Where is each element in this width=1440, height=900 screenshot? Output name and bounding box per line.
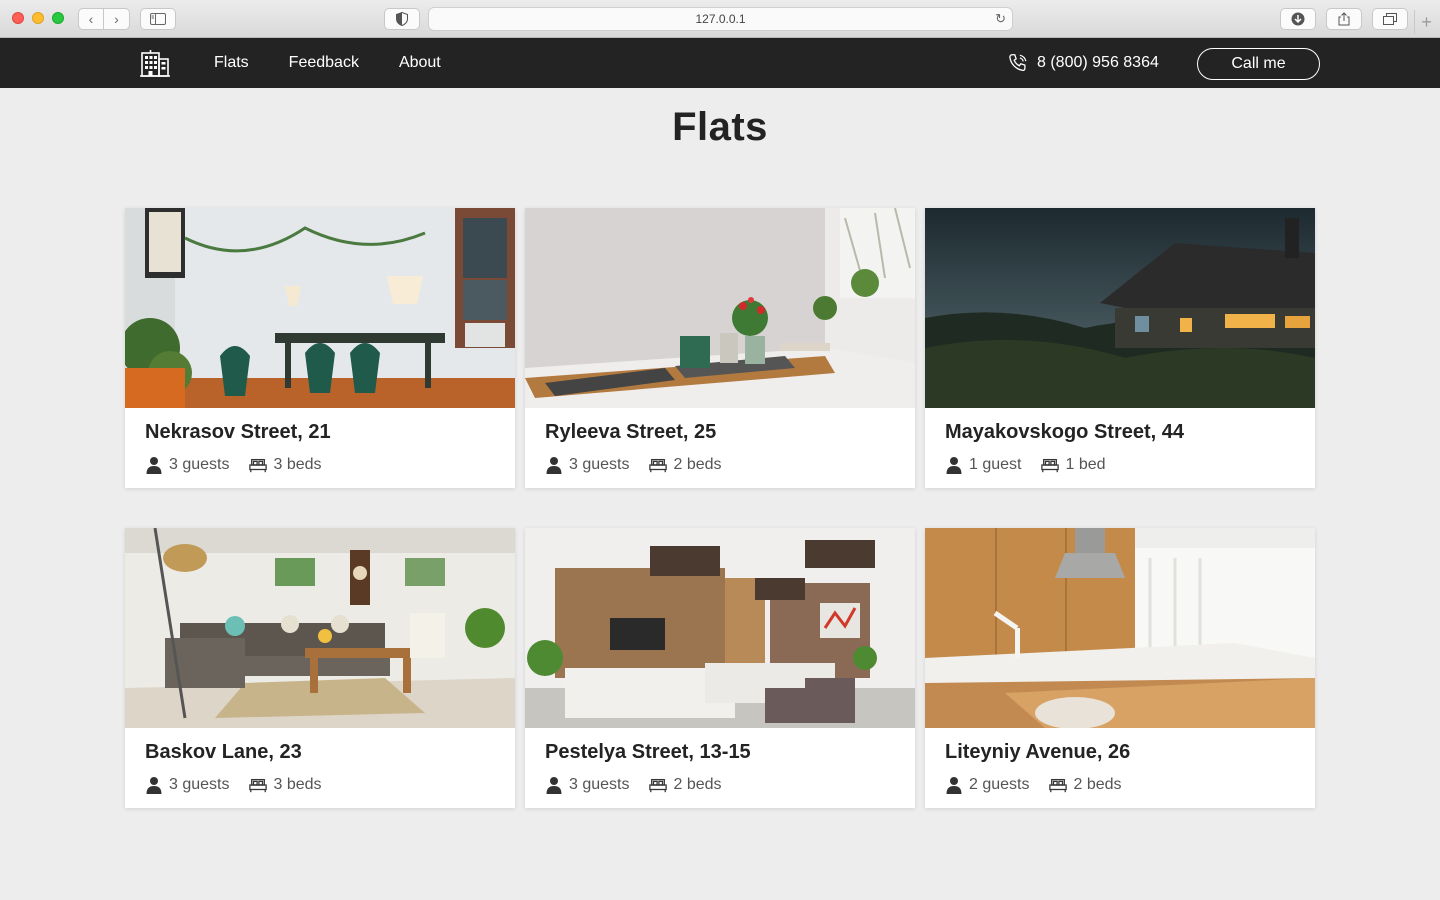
guest-count: 3 guests xyxy=(169,776,230,793)
person-icon xyxy=(546,777,562,794)
reload-icon[interactable]: ↻ xyxy=(995,11,1006,27)
toolbar-right-buttons xyxy=(1280,8,1408,30)
guest-count: 3 guests xyxy=(169,456,230,473)
flat-meta: 2 guests 2 beds xyxy=(945,776,1295,794)
person-icon xyxy=(146,777,162,794)
flat-card[interactable]: Nekrasov Street, 21 3 guests 3 beds xyxy=(125,208,515,488)
person-icon xyxy=(546,457,562,474)
shield-icon xyxy=(396,12,408,26)
minimize-window-button[interactable] xyxy=(32,12,44,24)
person-icon xyxy=(946,457,962,474)
flat-meta: 3 guests 2 beds xyxy=(545,456,895,474)
plus-icon: + xyxy=(1421,11,1432,32)
bed-icon xyxy=(249,778,268,793)
flat-title[interactable]: Baskov Lane, 23 xyxy=(145,741,495,764)
download-icon xyxy=(1291,12,1305,26)
call-me-button[interactable]: Call me xyxy=(1197,48,1320,80)
share-button[interactable] xyxy=(1326,8,1362,30)
flat-photo xyxy=(525,208,915,408)
bed-icon xyxy=(649,458,668,473)
share-icon xyxy=(1338,12,1350,26)
flat-photo xyxy=(125,528,515,728)
guest-count: 3 guests xyxy=(569,456,630,473)
bed-count: 1 bed xyxy=(1065,456,1106,473)
chevron-left-icon: ‹ xyxy=(88,11,94,27)
downloads-button[interactable] xyxy=(1280,8,1316,30)
browser-toolbar: ‹ › 127.0.0.1 ↻ + xyxy=(0,0,1440,38)
bed-count: 3 beds xyxy=(273,776,322,793)
bed-icon xyxy=(1041,458,1060,473)
building-icon[interactable] xyxy=(139,49,171,77)
guest-count: 1 guest xyxy=(969,456,1022,473)
flat-photo xyxy=(925,528,1315,728)
phone-number: 8 (800) 956 8364 xyxy=(1037,54,1159,71)
bed-icon xyxy=(1049,778,1068,793)
sidebar-toggle-button[interactable] xyxy=(140,8,176,30)
bed-count: 3 beds xyxy=(273,456,322,473)
flat-meta: 3 guests 3 beds xyxy=(145,456,495,474)
phone-contact[interactable]: 8 (800) 956 8364 xyxy=(1007,38,1159,88)
address-bar[interactable]: 127.0.0.1 ↻ xyxy=(428,7,1013,31)
bed-count: 2 beds xyxy=(673,456,722,473)
window-controls xyxy=(12,12,64,24)
forward-button[interactable]: › xyxy=(104,8,130,30)
nav-feedback[interactable]: Feedback xyxy=(289,54,359,72)
back-button[interactable]: ‹ xyxy=(78,8,104,30)
flat-card[interactable]: Liteyniy Avenue, 26 2 guests 2 beds xyxy=(925,528,1315,808)
flat-card[interactable]: Ryleeva Street, 25 3 guests 2 beds xyxy=(525,208,915,488)
flat-title[interactable]: Liteyniy Avenue, 26 xyxy=(945,741,1295,764)
close-window-button[interactable] xyxy=(12,12,24,24)
tabs-icon xyxy=(1383,13,1397,25)
bed-count: 2 beds xyxy=(1073,776,1122,793)
nav-about[interactable]: About xyxy=(399,54,441,72)
chevron-right-icon: › xyxy=(114,11,119,27)
bed-icon xyxy=(249,458,268,473)
flat-meta: 3 guests 2 beds xyxy=(545,776,895,794)
history-buttons: ‹ › xyxy=(78,8,130,30)
flat-photo xyxy=(125,208,515,408)
nav-flats[interactable]: Flats xyxy=(214,54,249,72)
url-text: 127.0.0.1 xyxy=(695,12,746,26)
privacy-report-button[interactable] xyxy=(384,8,420,30)
phone-icon xyxy=(1009,54,1027,71)
flat-photo xyxy=(925,208,1315,408)
flat-meta: 3 guests 3 beds xyxy=(145,776,495,794)
page-title: Flats xyxy=(672,105,768,149)
tabs-overview-button[interactable] xyxy=(1372,8,1408,30)
flat-title[interactable]: Pestelya Street, 13-15 xyxy=(545,741,895,764)
new-tab-button[interactable]: + xyxy=(1414,10,1438,34)
flat-photo xyxy=(525,528,915,728)
sidebar-icon xyxy=(150,13,166,25)
guest-count: 2 guests xyxy=(969,776,1030,793)
bed-icon xyxy=(649,778,668,793)
flat-card[interactable]: Baskov Lane, 23 3 guests 3 beds xyxy=(125,528,515,808)
person-icon xyxy=(146,457,162,474)
flats-grid: Nekrasov Street, 21 3 guests 3 beds Ryle… xyxy=(125,208,1315,808)
guest-count: 3 guests xyxy=(569,776,630,793)
flat-meta: 1 guest 1 bed xyxy=(945,456,1295,474)
flat-title[interactable]: Nekrasov Street, 21 xyxy=(145,421,495,444)
flat-title[interactable]: Ryleeva Street, 25 xyxy=(545,421,895,444)
flat-card[interactable]: Mayakovskogo Street, 44 1 guest 1 bed xyxy=(925,208,1315,488)
flat-title[interactable]: Mayakovskogo Street, 44 xyxy=(945,421,1295,444)
bed-count: 2 beds xyxy=(673,776,722,793)
zoom-window-button[interactable] xyxy=(52,12,64,24)
main-nav: Flats Feedback About xyxy=(214,38,441,88)
flat-card[interactable]: Pestelya Street, 13-15 3 guests 2 beds xyxy=(525,528,915,808)
person-icon xyxy=(946,777,962,794)
site-header: Flats Feedback About 8 (800) 956 8364 Ca… xyxy=(0,38,1440,88)
